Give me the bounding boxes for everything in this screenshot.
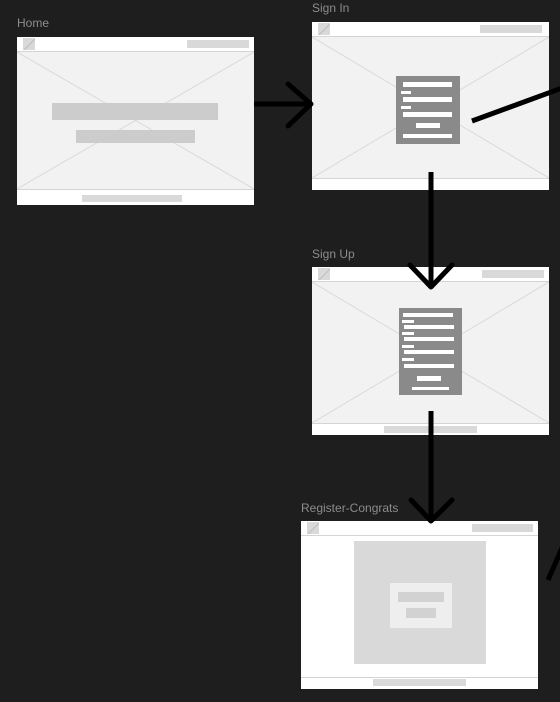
home-headline-placeholder — [52, 103, 218, 120]
form-field-placeholder — [403, 97, 452, 102]
form-field-placeholder — [402, 320, 414, 323]
frame-sign-up[interactable] — [312, 267, 549, 435]
sign-up-nav-placeholder — [482, 270, 544, 278]
register-congrats-body — [301, 536, 538, 678]
form-field-placeholder — [404, 325, 454, 329]
frame-label-home: Home — [17, 16, 50, 30]
sign-in-topbar — [312, 22, 549, 37]
logo-placeholder-icon — [318, 268, 330, 280]
form-field-placeholder — [404, 350, 454, 354]
sign-in-body — [312, 37, 549, 179]
register-congrats-topbar — [301, 521, 538, 536]
home-footer-placeholder — [82, 195, 182, 202]
form-field-placeholder — [404, 337, 454, 341]
sign-up-topbar — [312, 267, 549, 282]
frame-label-register-congrats: Register-Congrats — [301, 501, 399, 515]
home-hero — [17, 52, 254, 190]
sign-in-form — [396, 76, 460, 144]
frame-sign-in[interactable] — [312, 22, 549, 190]
register-congrats-footer-placeholder — [373, 679, 466, 686]
form-field-placeholder — [403, 313, 453, 317]
logo-placeholder-icon — [23, 38, 35, 50]
form-field-placeholder — [402, 345, 414, 348]
logo-placeholder-icon — [307, 522, 319, 534]
sign-up-form — [399, 308, 462, 395]
sign-up-footer-placeholder — [384, 426, 477, 433]
arrow-home-to-sign-in — [254, 81, 314, 129]
form-field-placeholder — [402, 358, 414, 361]
form-field-placeholder — [402, 332, 414, 335]
congrats-card — [390, 583, 452, 628]
frame-home[interactable] — [17, 37, 254, 205]
sign-in-nav-placeholder — [480, 25, 542, 33]
logo-placeholder-icon — [318, 23, 330, 35]
form-link-placeholder — [403, 134, 452, 138]
home-subline-placeholder — [76, 130, 195, 143]
home-nav-placeholder — [187, 40, 249, 48]
form-field-placeholder — [401, 91, 411, 94]
frame-label-sign-in: Sign In — [312, 1, 350, 15]
frame-register-congrats[interactable] — [301, 521, 538, 689]
form-link-placeholder — [412, 387, 449, 390]
form-field-placeholder — [403, 82, 452, 87]
congrats-button-placeholder — [406, 608, 436, 618]
form-field-placeholder — [403, 112, 452, 117]
form-field-placeholder — [401, 106, 411, 109]
sign-up-body — [312, 282, 549, 424]
home-topbar — [17, 37, 254, 52]
frame-label-sign-up: Sign Up — [312, 247, 355, 261]
arrow-register-congrats-to-offscreen — [545, 546, 560, 582]
image-placeholder-icon — [17, 52, 254, 189]
congrats-panel — [354, 541, 486, 664]
register-congrats-nav-placeholder — [472, 524, 533, 532]
congrats-title-placeholder — [398, 592, 444, 602]
form-field-placeholder — [404, 364, 454, 368]
form-button-placeholder — [417, 376, 441, 381]
form-button-placeholder — [416, 123, 440, 128]
